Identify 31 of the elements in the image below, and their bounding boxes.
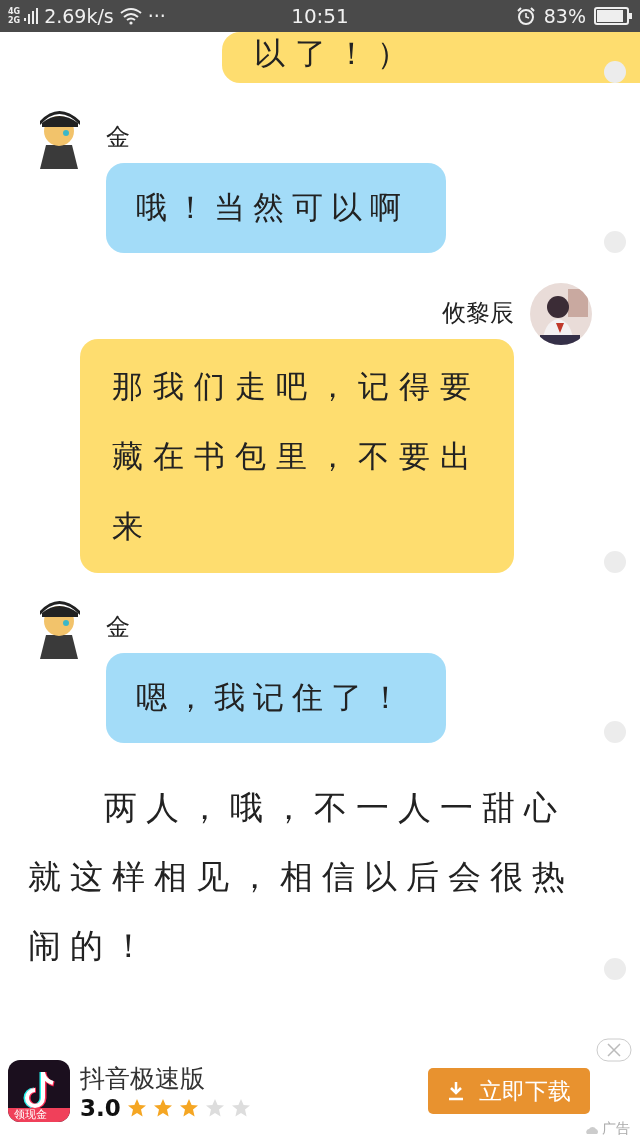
icon-badge: 领现金 — [8, 1108, 70, 1122]
network-label: 2G — [8, 16, 21, 25]
message-bubble: 嗯，我记住了！ — [106, 653, 446, 743]
clock: 10:51 — [290, 4, 350, 28]
more-indicator: ··· — [147, 5, 166, 27]
network-label: 4G — [8, 7, 21, 16]
star-icon — [126, 1097, 147, 1118]
sender-name: 金 — [106, 612, 131, 643]
story-paragraph: 两人，哦，不一人一甜心就这样相见，相信以后会很热闹的！ — [27, 787, 575, 967]
battery-percent: 83% — [543, 5, 586, 27]
star-icon — [152, 1097, 173, 1118]
ad-label: 广告 — [602, 1120, 630, 1138]
message-bubble: 以了！） — [222, 32, 640, 83]
wifi-icon — [119, 7, 142, 25]
download-icon — [447, 1081, 465, 1101]
message-bubble: 那我们走吧，记得要藏在书包里，不要出来 — [80, 339, 514, 573]
star-icon — [204, 1097, 225, 1118]
battery-icon — [594, 7, 632, 25]
signal-icon — [24, 8, 39, 24]
close-icon[interactable] — [596, 1038, 632, 1062]
star-icon — [178, 1097, 199, 1118]
rating-value: 3.0 — [80, 1094, 121, 1121]
sender-name: 攸黎辰 — [442, 298, 514, 329]
message-bubble: 哦！当然可以啊 — [106, 163, 446, 253]
alarm-icon — [515, 6, 536, 26]
star-icon — [230, 1097, 251, 1118]
download-button[interactable]: 立即下载 — [428, 1068, 590, 1114]
sender-name: 金 — [106, 122, 131, 153]
cloud-icon — [585, 1124, 599, 1134]
app-name: 抖音极速版 — [80, 1062, 206, 1095]
network-speed: 2.69k/s — [44, 5, 114, 27]
